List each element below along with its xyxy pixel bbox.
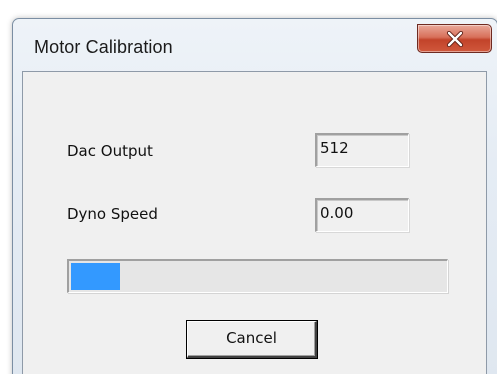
screen: Motor Calibration Dac Output 512 Dyno Sp…	[0, 0, 497, 374]
dyno-speed-field: 0.00	[315, 198, 409, 232]
dac-output-label: Dac Output	[67, 142, 153, 160]
dyno-speed-label: Dyno Speed	[67, 205, 158, 223]
cancel-button[interactable]: Cancel	[187, 321, 317, 358]
progress-fill	[71, 263, 121, 290]
calibration-progress-bar	[67, 259, 448, 293]
dialog-body: Dac Output 512 Dyno Speed 0.00 Cancel	[22, 71, 487, 374]
close-icon	[446, 31, 464, 47]
dac-output-field: 512	[315, 133, 409, 167]
window-title: Motor Calibration	[34, 37, 173, 57]
motor-calibration-dialog: Motor Calibration Dac Output 512 Dyno Sp…	[12, 18, 497, 374]
title-bar[interactable]: Motor Calibration	[13, 19, 497, 71]
close-button[interactable]	[417, 24, 492, 53]
